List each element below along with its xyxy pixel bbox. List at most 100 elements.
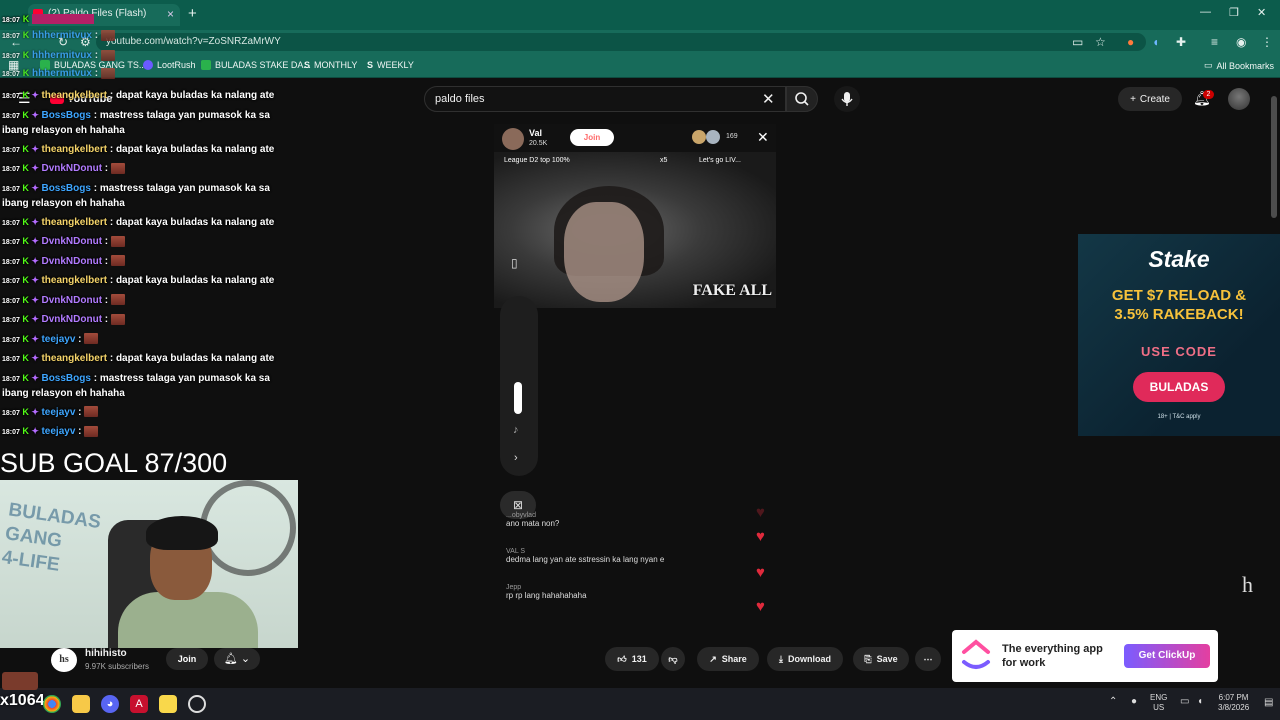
chat-username: teejayv [41,406,76,418]
chat-message: 18:07 K ✦ theangkelbert : dapat kaya bul… [2,275,275,286]
kick-badge-icon: K [19,109,32,120]
file-explorer-icon[interactable] [72,695,90,713]
notes-icon[interactable] [159,695,177,713]
league-badge: League D2 top 100% [504,157,570,164]
join-button[interactable]: Join [166,648,208,670]
music-note-icon[interactable]: ♪ [513,424,519,436]
chat-message: 18:07 K ✦ theangkelbert : dapat kaya bul… [2,216,275,228]
kick-badge-icon: K [19,406,32,417]
extensions-puzzle-icon[interactable]: ✚ [1176,35,1186,49]
menu-kebab-icon[interactable]: ⋮ [1261,35,1273,49]
video-frame: FAKE ALL [494,152,776,308]
search-icon [795,92,809,106]
chat-message: 18:07 K ✦ BossBogs : mastress talaga yan… [2,109,270,136]
chevron-down-icon: ⌄ [240,653,251,665]
voice-search-button[interactable] [834,86,860,112]
sub-badge-icon: ✦ [31,236,42,246]
subscriber-count: 9.97K subscribers [85,662,150,671]
channel-avatar[interactable]: hs [51,648,77,672]
account-avatar[interactable] [1228,88,1250,110]
kick-badge-icon: K [19,275,32,285]
subscribed-bell-button[interactable]: 🔔︎ ⌄ [214,648,260,670]
sub-badge-icon: ✦ [31,163,42,173]
volume-icon[interactable]: ◖ [1197,697,1203,707]
chat-username: teejayv [41,333,76,345]
chat-text: dapat kaya buladas ka nalang ate [115,216,275,228]
channel-name[interactable]: hihihisto [85,648,127,659]
vibrate-icon[interactable]: ▯ [511,256,518,270]
network-icon[interactable]: ▭ [1180,697,1189,707]
chat-timestamp: 18:07 [2,317,20,324]
streamer-hair [146,516,218,550]
chat-username: theangkelbert [41,353,108,364]
chrome-icon[interactable] [43,695,61,713]
stake-s-icon: S [304,60,311,70]
stake-ad[interactable]: Stake GET $7 RELOAD & 3.5% RAKEBACK! USE… [1078,234,1280,436]
chat-text: dapat kaya buladas ka nalang ate [115,353,275,364]
page-scrollbar[interactable] [1271,84,1277,680]
clock[interactable]: 6:07 PM 3/8/2026 [1218,693,1249,713]
chevron-right-icon[interactable]: › [514,452,518,464]
scroll-thumb[interactable] [1271,96,1277,218]
kick-badge-icon: K [19,236,32,246]
more-actions-button[interactable]: ⋯ [915,647,941,671]
tray-chevron-icon[interactable]: ⌃ [1109,697,1117,707]
bookmark-item[interactable]: S MONTHLY [304,60,357,70]
adobe-icon[interactable]: A [130,695,148,713]
kick-badge-icon: K [19,353,32,363]
notification-center-icon[interactable]: ▤ [1264,698,1273,708]
extension-icon[interactable]: ◖ [1152,35,1159,49]
search-input[interactable]: paldo files [424,86,786,112]
video-player[interactable]: FAKE ALL Val 20.5K Join 169 League D2 to… [494,124,776,308]
save-button[interactable]: ⎘ Save [853,647,909,671]
streamer-name: Val [529,128,543,138]
share-button[interactable]: ↗ Share [697,647,759,671]
sub-goal-text: SUB GOAL 87/300 [0,448,228,478]
volume-slider-handle[interactable] [514,382,522,414]
cast-icon[interactable]: ▭ [1072,35,1083,49]
minimize-icon[interactable]: — [1200,6,1211,18]
maximize-icon[interactable]: ❐ [1229,6,1239,19]
chat-message: 18:07 K ✦ BossBogs : mastress talaga yan… [2,182,270,209]
tray-mic-icon[interactable]: ● [1131,697,1137,707]
discord-icon[interactable]: ◕ [101,695,119,713]
get-clickup-button[interactable]: Get ClickUp [1124,644,1210,668]
like-button[interactable]: 👍︎ 131 [605,647,659,671]
chat-username: DvnkNDonut [41,236,103,247]
download-button[interactable]: ⤓ Download [767,647,843,671]
chat-timestamp: 18:07 [2,93,20,100]
clear-search-icon[interactable]: ✕ [762,90,775,108]
media-icon[interactable]: ≡ [1211,35,1218,49]
obs-icon[interactable] [188,695,206,713]
sub-badge-icon: ✦ [31,333,42,344]
dislike-button[interactable]: 👎︎ [661,647,685,671]
sub-badge-icon: ✦ [31,426,42,436]
thumbs-down-icon: 👎︎ [668,653,678,664]
emote-icon [84,406,99,418]
close-icon[interactable]: ✕ [757,129,769,146]
live-join-button: Join [570,129,614,146]
heart-icon: ♥ [756,504,765,521]
language-indicator[interactable]: ENG US [1150,693,1167,713]
corner-logo: h [1242,572,1253,597]
search-button[interactable] [786,86,818,112]
all-bookmarks[interactable]: ▭ All Bookmarks [1204,60,1274,71]
clickup-ad[interactable]: The everything app for work Get ClickUp [952,630,1218,682]
create-button[interactable]: + Create [1118,87,1182,111]
bookmark-item[interactable]: S WEEKLY [367,60,414,70]
chat-message: 18:07 K ✦ DvnkNDonut : [2,234,298,250]
kick-badge-icon: K [19,314,32,324]
live-comment: VAL Sdedma lang yan ate sstressin ka lan… [506,548,665,564]
chat-text: dapat kaya buladas ka nalang ate [115,90,275,101]
sub-badge-icon: ✦ [31,294,42,305]
stream-chat-overlay: 18:07 K hhhermitvux : 18:07 K hhhermitvu… [0,0,300,450]
sub-badge-icon: ✦ [31,109,42,120]
close-window-icon[interactable]: ✕ [1257,6,1266,19]
stake-code-button[interactable]: BULADAS [1133,372,1225,402]
extension-icon[interactable]: ● [1127,35,1134,49]
bookmark-star-icon[interactable]: ☆ [1095,35,1106,49]
chat-message: 18:07 K ✦ DvnkNDonut : [2,254,298,270]
kick-badge-icon: K [19,216,32,227]
profile-icon[interactable]: ◉ [1236,35,1246,49]
chat-timestamp: 18:07 [2,258,20,266]
